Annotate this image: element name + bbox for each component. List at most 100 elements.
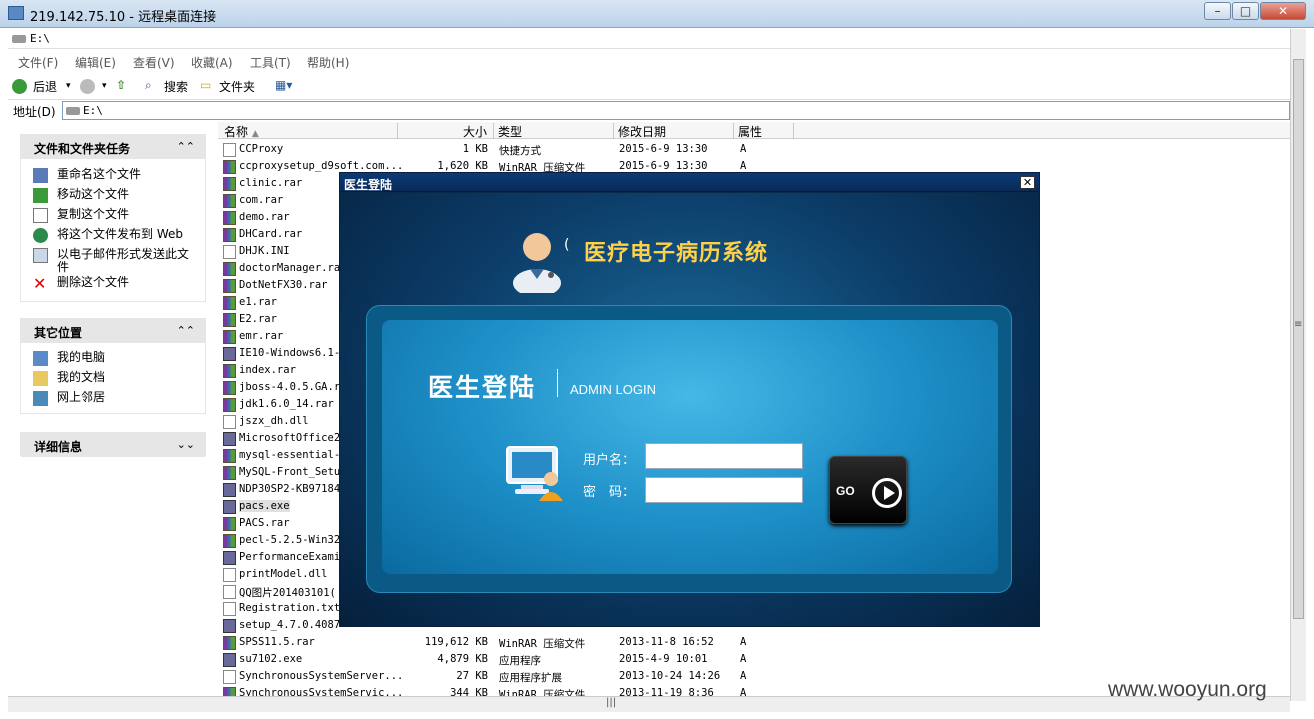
minimize-button[interactable]: – [1204,2,1231,20]
search-icon[interactable]: ⌕ [145,78,152,93]
file-name: su7102.exe [239,653,303,665]
move-link[interactable]: 移动这个文件 [57,188,197,201]
horizontal-scrollbar[interactable]: ||| [8,696,1290,712]
file-date: 2013-11-8 16:52 [619,636,714,648]
scroll-grip-icon: ≡ [1294,319,1303,330]
column-name[interactable]: 名称 ▲ [218,123,398,139]
exe-file-icon [223,619,236,633]
up-folder-icon[interactable]: ⇧ [116,78,126,92]
rar-file-icon [223,636,236,650]
publish-link[interactable]: 将这个文件发布到 Web [57,228,197,241]
back-arrow-icon[interactable] [12,79,27,94]
drive-icon [66,107,80,115]
go-button[interactable]: GO [829,456,907,524]
rar-file-icon [223,211,236,225]
file-type: 快捷方式 [499,145,541,157]
column-type[interactable]: 类型 [494,123,614,139]
network-link[interactable]: 网上邻居 [57,391,197,404]
explorer-title: E:\ [30,32,50,45]
rar-file-icon [223,228,236,242]
file-name: printModel.dll [239,568,328,580]
email-icon [33,248,48,263]
menu-edit[interactable]: 编辑(E) [75,54,116,71]
file-name: doctorManager.rar [239,262,347,274]
file-size: 27 KB [456,670,488,682]
address-bar: 地址(D) E:\ [8,99,1290,121]
other-places-header[interactable]: 其它位置 ⌃⌃ [21,319,205,343]
file-row[interactable]: CCProxy 1 KB 快捷方式 2015-6-9 13:30 A [218,141,818,158]
dialog-close-button[interactable]: ✕ [1020,176,1035,189]
doctor-login-dialog: 医生登陆 ✕ ( 医疗电子病历系统 医生登陆 ADMIN LOGIN 用户名： … [339,172,1040,627]
folders-button[interactable]: 文件夹 [219,78,255,95]
column-size[interactable]: 大小 [398,123,494,139]
menu-favorites[interactable]: 收藏(A) [191,54,233,71]
menu-tools[interactable]: 工具(T) [250,54,291,71]
file-name: pecl-5.2.5-Win32. [239,534,347,546]
maximize-button[interactable]: □ [1232,2,1259,20]
network-icon [33,391,48,406]
toolbar: 后退 ▾ ▾ ⇧ ⌕ 搜索 ▭ 文件夹 ▦▾ [8,73,1290,99]
address-label: 地址(D) [13,105,56,119]
menu-help[interactable]: 帮助(H) [307,54,349,71]
copy-link[interactable]: 复制这个文件 [57,208,197,221]
sound-wave-icon: ( [564,237,570,253]
delete-icon: ✕ [33,274,47,293]
file-name: QQ图片201403101( [239,587,336,599]
rdp-window-title: 219.142.75.10 - 远程桌面连接 [30,10,217,25]
username-input[interactable] [645,443,803,469]
file-row[interactable]: SynchronousSystemServer... 27 KB 应用程序扩展 201… [218,668,818,685]
my-computer-link[interactable]: 我的电脑 [57,351,197,364]
watermark: www.wooyun.org [1108,678,1267,701]
doc-file-icon [223,602,236,616]
folder-icon[interactable]: ▭ [200,78,211,92]
email-link[interactable]: 以电子邮件形式发送此文件 [57,248,197,274]
details-header[interactable]: 详细信息 ⌄⌄ [21,433,205,457]
rar-file-icon [223,313,236,327]
file-name: clinic.rar [239,177,303,189]
title-divider [557,369,558,397]
file-row[interactable]: SPSS11.5.rar 119,612 KB WinRAR 压缩文件 2013-11… [218,634,818,651]
rar-file-icon [223,296,236,310]
task-pane: 文件和文件夹任务 ⌃⌃ 重命名这个文件 移动这个文件 复制这个文件 将这个文件发布… [8,122,218,702]
file-tasks-header[interactable]: 文件和文件夹任务 ⌃⌃ [21,135,205,159]
menu-file[interactable]: 文件(F) [18,54,58,71]
rar-file-icon [223,517,236,531]
menu-view[interactable]: 查看(V) [133,54,175,71]
file-date: 2013-10-24 14:26 [619,670,721,682]
file-name: IE10-Windows6.1-: [239,347,347,359]
views-icon[interactable]: ▦▾ [275,78,292,92]
my-documents-link[interactable]: 我的文档 [57,371,197,384]
password-label: 密 码： [583,485,636,500]
details-panel: 详细信息 ⌄⌄ [20,432,206,457]
password-input[interactable] [645,477,803,503]
column-date[interactable]: 修改日期 [614,123,734,139]
collapse-icon[interactable]: ⌃⌃ [177,324,195,337]
file-name: SynchronousSystemServer... [239,670,404,682]
file-name: DHJK.INI [239,245,290,257]
exe-file-icon [223,551,236,565]
back-dropdown-icon[interactable]: ▾ [66,81,71,91]
search-button[interactable]: 搜索 [164,78,188,95]
file-tasks-panel: 文件和文件夹任务 ⌃⌃ 重命名这个文件 移动这个文件 复制这个文件 将这个文件发布… [20,134,206,302]
exe-file-icon [223,653,236,667]
close-button[interactable]: ✕ [1260,2,1306,20]
file-row[interactable]: su7102.exe 4,879 KB 应用程序 2015-4-9 10:01 A [218,651,818,668]
scroll-thumb[interactable] [1293,59,1304,619]
forward-arrow-icon[interactable] [80,79,95,94]
collapse-icon[interactable]: ⌃⌃ [177,140,195,153]
file-size: 119,612 KB [424,636,488,648]
delete-link[interactable]: 删除这个文件 [57,276,197,289]
forward-dropdown-icon[interactable]: ▾ [102,81,107,91]
file-size: 1,620 KB [437,160,488,172]
file-name: E2.rar [239,313,277,325]
vertical-scrollbar[interactable]: ≡ [1290,29,1306,701]
rdp-app-icon [8,6,24,20]
expand-icon[interactable]: ⌄⌄ [177,438,195,451]
move-icon [33,188,48,203]
rename-link[interactable]: 重命名这个文件 [57,168,197,181]
back-button[interactable]: 后退 [33,78,57,95]
address-input[interactable]: E:\ [62,101,1290,120]
column-attributes[interactable]: 属性 [734,123,794,139]
doctor-avatar-icon [513,233,561,293]
doc-file-icon [223,670,236,684]
